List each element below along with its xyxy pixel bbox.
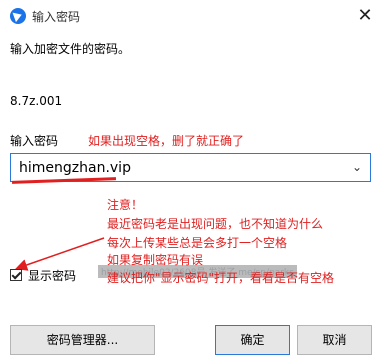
file-name: 8.7z.001 xyxy=(10,94,63,108)
annotation-line-4: 建议把你"显示密码"打开，看看是否有空格 xyxy=(107,271,335,285)
app-icon xyxy=(10,8,26,24)
prompt-text: 输入加密文件的密码。 xyxy=(10,42,131,56)
password-label: 输入密码 xyxy=(10,134,59,148)
annotation-remove-space: 如果出现空格，删了就正确了 xyxy=(88,134,245,148)
cancel-button[interactable]: 取消 xyxy=(297,325,372,355)
ok-button[interactable]: 确定 xyxy=(215,325,290,355)
password-manager-button[interactable]: 密码管理器... xyxy=(10,325,155,355)
password-input[interactable]: himengzhan.vip xyxy=(19,160,131,176)
annotation-note-title: 注意！ xyxy=(107,198,144,212)
password-combobox[interactable]: himengzhan.vip ⌄ xyxy=(10,153,371,182)
title-bar: 输入密码 ✕ xyxy=(0,0,385,32)
annotation-line-2: 每次上传某些总是会多打一个空格 xyxy=(107,236,288,250)
window-title: 输入密码 xyxy=(32,10,81,24)
close-icon[interactable]: ✕ xyxy=(353,4,377,28)
chevron-down-icon[interactable]: ⌄ xyxy=(350,160,364,174)
show-password-label[interactable]: 显示密码 xyxy=(28,267,76,284)
show-password-checkbox[interactable] xyxy=(10,269,22,281)
annotation-line-1: 最近密码老是出现问题，也不知道为什么 xyxy=(107,217,324,231)
